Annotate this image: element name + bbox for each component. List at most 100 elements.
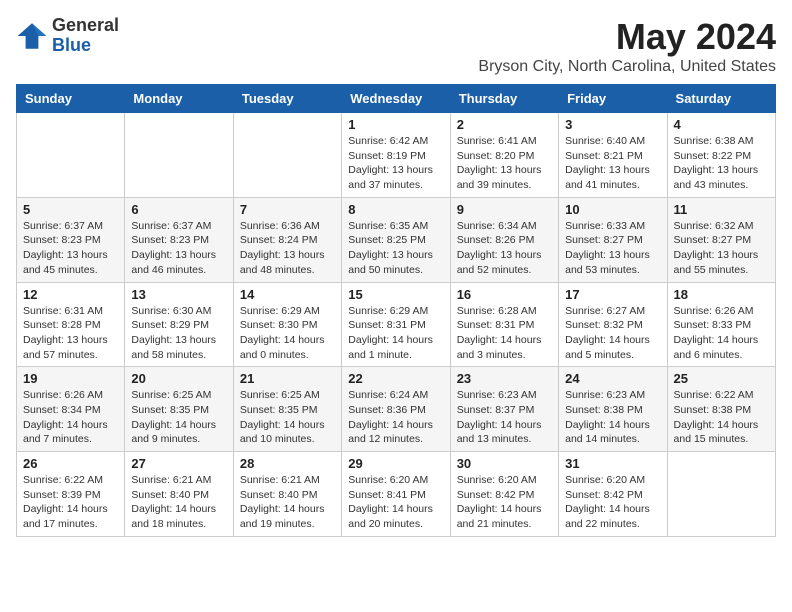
day-info: Sunrise: 6:22 AMSunset: 8:39 PMDaylight:… <box>23 473 118 532</box>
logo: General Blue <box>16 16 119 56</box>
logo-general-text: General <box>52 16 119 36</box>
calendar-day-cell: 15 Sunrise: 6:29 AMSunset: 8:31 PMDayligh… <box>342 282 450 367</box>
day-info: Sunrise: 6:25 AMSunset: 8:35 PMDaylight:… <box>240 388 335 447</box>
day-number: 8 <box>348 202 443 217</box>
calendar-day-cell: 2Sunrise: 6:41 AMSunset: 8:20 PMDaylight… <box>450 113 558 198</box>
calendar-day-cell: 26Sunrise: 6:22 AMSunset: 8:39 PMDayligh… <box>17 452 125 537</box>
calendar-day-cell: 12 Sunrise: 6:31 AMSunset: 8:28 PMDayligh… <box>17 282 125 367</box>
weekday-header: Thursday <box>450 85 558 113</box>
day-info: Sunrise: 6:29 AMSunset: 8:31 PMDaylight:… <box>348 304 443 363</box>
day-number: 12 <box>23 287 118 302</box>
day-number: 24 <box>565 371 660 386</box>
day-number: 7 <box>240 202 335 217</box>
calendar-day-cell: 22 Sunrise: 6:24 AMSunset: 8:36 PMDayligh… <box>342 367 450 452</box>
calendar-day-cell: 31 Sunrise: 6:20 AMSunset: 8:42 PMDayligh… <box>559 452 667 537</box>
calendar-day-cell: 24 Sunrise: 6:23 AMSunset: 8:38 PMDayligh… <box>559 367 667 452</box>
calendar-day-cell: 11Sunrise: 6:32 AMSunset: 8:27 PMDayligh… <box>667 197 775 282</box>
day-number: 16 <box>457 287 552 302</box>
day-info: Sunrise: 6:25 AMSunset: 8:35 PMDaylight:… <box>131 388 226 447</box>
day-info: Sunrise: 6:28 AMSunset: 8:31 PMDaylight:… <box>457 304 552 363</box>
day-number: 21 <box>240 371 335 386</box>
day-info: Sunrise: 6:38 AMSunset: 8:22 PMDaylight:… <box>674 134 769 193</box>
calendar-day-cell: 3Sunrise: 6:40 AMSunset: 8:21 PMDaylight… <box>559 113 667 198</box>
calendar-day-cell: 23Sunrise: 6:23 AMSunset: 8:37 PMDayligh… <box>450 367 558 452</box>
day-number: 1 <box>348 117 443 132</box>
calendar-day-cell: 27 Sunrise: 6:21 AMSunset: 8:40 PMDayligh… <box>125 452 233 537</box>
day-info: Sunrise: 6:23 AMSunset: 8:38 PMDaylight:… <box>565 388 660 447</box>
weekday-header: Monday <box>125 85 233 113</box>
calendar-day-cell: 13 Sunrise: 6:30 AMSunset: 8:29 PMDayligh… <box>125 282 233 367</box>
day-info: Sunrise: 6:26 AMSunset: 8:33 PMDaylight:… <box>674 304 769 363</box>
weekday-header: Saturday <box>667 85 775 113</box>
day-info: Sunrise: 6:20 AMSunset: 8:42 PMDaylight:… <box>457 473 552 532</box>
calendar-day-cell: 8 Sunrise: 6:35 AMSunset: 8:25 PMDaylight… <box>342 197 450 282</box>
day-number: 27 <box>131 456 226 471</box>
calendar-day-cell: 25 Sunrise: 6:22 AMSunset: 8:38 PMDayligh… <box>667 367 775 452</box>
day-info: Sunrise: 6:20 AMSunset: 8:42 PMDaylight:… <box>565 473 660 532</box>
day-number: 20 <box>131 371 226 386</box>
calendar-day-cell: 1 Sunrise: 6:42 AMSunset: 8:19 PMDaylight… <box>342 113 450 198</box>
day-number: 23 <box>457 371 552 386</box>
calendar-day-cell: 10 Sunrise: 6:33 AMSunset: 8:27 PMDayligh… <box>559 197 667 282</box>
logo-blue-text: Blue <box>52 36 119 56</box>
day-info: Sunrise: 6:30 AMSunset: 8:29 PMDaylight:… <box>131 304 226 363</box>
day-number: 28 <box>240 456 335 471</box>
day-info: Sunrise: 6:21 AMSunset: 8:40 PMDaylight:… <box>131 473 226 532</box>
day-number: 29 <box>348 456 443 471</box>
day-number: 25 <box>674 371 769 386</box>
day-info: Sunrise: 6:33 AMSunset: 8:27 PMDaylight:… <box>565 219 660 278</box>
day-info: Sunrise: 6:42 AMSunset: 8:19 PMDaylight:… <box>348 134 443 193</box>
day-number: 18 <box>674 287 769 302</box>
day-info: Sunrise: 6:24 AMSunset: 8:36 PMDaylight:… <box>348 388 443 447</box>
calendar-day-cell: 5Sunrise: 6:37 AMSunset: 8:23 PMDaylight… <box>17 197 125 282</box>
day-number: 22 <box>348 371 443 386</box>
day-number: 13 <box>131 287 226 302</box>
calendar-week-row: 12 Sunrise: 6:31 AMSunset: 8:28 PMDayligh… <box>17 282 776 367</box>
calendar-day-cell: 7 Sunrise: 6:36 AMSunset: 8:24 PMDaylight… <box>233 197 341 282</box>
day-number: 15 <box>348 287 443 302</box>
weekday-header: Wednesday <box>342 85 450 113</box>
calendar-week-row: 26Sunrise: 6:22 AMSunset: 8:39 PMDayligh… <box>17 452 776 537</box>
day-number: 9 <box>457 202 552 217</box>
calendar-day-cell: 4Sunrise: 6:38 AMSunset: 8:22 PMDaylight… <box>667 113 775 198</box>
day-info: Sunrise: 6:32 AMSunset: 8:27 PMDaylight:… <box>674 219 769 278</box>
day-info: Sunrise: 6:21 AMSunset: 8:40 PMDaylight:… <box>240 473 335 532</box>
logo-icon <box>16 20 48 52</box>
calendar-week-row: 5Sunrise: 6:37 AMSunset: 8:23 PMDaylight… <box>17 197 776 282</box>
calendar-day-cell: 18 Sunrise: 6:26 AMSunset: 8:33 PMDayligh… <box>667 282 775 367</box>
day-info: Sunrise: 6:40 AMSunset: 8:21 PMDaylight:… <box>565 134 660 193</box>
title-block: May 2024 Bryson City, North Carolina, Un… <box>478 16 776 76</box>
day-info: Sunrise: 6:20 AMSunset: 8:41 PMDaylight:… <box>348 473 443 532</box>
day-number: 31 <box>565 456 660 471</box>
location-subtitle: Bryson City, North Carolina, United Stat… <box>478 58 776 76</box>
calendar-day-cell: 29 Sunrise: 6:20 AMSunset: 8:41 PMDayligh… <box>342 452 450 537</box>
day-number: 30 <box>457 456 552 471</box>
day-number: 5 <box>23 202 118 217</box>
day-number: 17 <box>565 287 660 302</box>
day-info: Sunrise: 6:35 AMSunset: 8:25 PMDaylight:… <box>348 219 443 278</box>
calendar-day-cell: 20 Sunrise: 6:25 AMSunset: 8:35 PMDayligh… <box>125 367 233 452</box>
calendar-table: SundayMondayTuesdayWednesdayThursdayFrid… <box>16 84 776 537</box>
month-year-title: May 2024 <box>478 16 776 58</box>
page-header: General Blue May 2024 Bryson City, North… <box>16 16 776 76</box>
day-number: 6 <box>131 202 226 217</box>
day-info: Sunrise: 6:31 AMSunset: 8:28 PMDaylight:… <box>23 304 118 363</box>
day-info: Sunrise: 6:41 AMSunset: 8:20 PMDaylight:… <box>457 134 552 193</box>
day-number: 19 <box>23 371 118 386</box>
day-info: Sunrise: 6:22 AMSunset: 8:38 PMDaylight:… <box>674 388 769 447</box>
day-info: Sunrise: 6:29 AMSunset: 8:30 PMDaylight:… <box>240 304 335 363</box>
weekday-header: Tuesday <box>233 85 341 113</box>
day-info: Sunrise: 6:36 AMSunset: 8:24 PMDaylight:… <box>240 219 335 278</box>
day-info: Sunrise: 6:26 AMSunset: 8:34 PMDaylight:… <box>23 388 118 447</box>
calendar-day-cell <box>125 113 233 198</box>
calendar-header-row: SundayMondayTuesdayWednesdayThursdayFrid… <box>17 85 776 113</box>
calendar-week-row: 1 Sunrise: 6:42 AMSunset: 8:19 PMDaylight… <box>17 113 776 198</box>
day-number: 10 <box>565 202 660 217</box>
calendar-day-cell: 19 Sunrise: 6:26 AMSunset: 8:34 PMDayligh… <box>17 367 125 452</box>
day-info: Sunrise: 6:34 AMSunset: 8:26 PMDaylight:… <box>457 219 552 278</box>
calendar-day-cell: 17Sunrise: 6:27 AMSunset: 8:32 PMDayligh… <box>559 282 667 367</box>
calendar-day-cell: 14Sunrise: 6:29 AMSunset: 8:30 PMDayligh… <box>233 282 341 367</box>
calendar-day-cell <box>17 113 125 198</box>
logo-text: General Blue <box>52 16 119 56</box>
calendar-day-cell <box>667 452 775 537</box>
